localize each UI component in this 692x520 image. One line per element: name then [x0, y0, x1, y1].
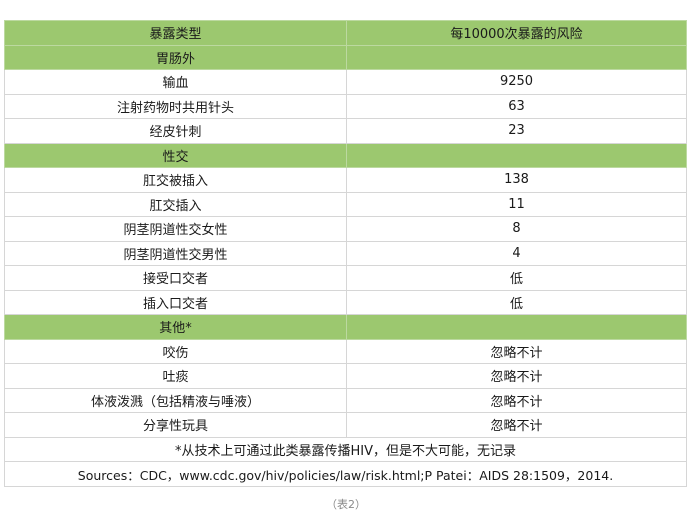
table-row: 阴茎阴道性交男性 4 [4, 240, 687, 266]
exposure-type-cell: 咬伤 [4, 338, 347, 364]
footnote-row: *从技术上可通过此类暴露传播HIV，但是不大可能，无记录 [4, 436, 687, 462]
table-row: 咬伤 忽略不计 [4, 338, 687, 364]
risk-value-cell: 低 [346, 265, 687, 291]
section-empty-cell [346, 314, 687, 340]
section-empty-cell [346, 44, 687, 70]
risk-value-cell: 23 [346, 118, 687, 144]
exposure-type-cell: 阴茎阴道性交男性 [4, 240, 347, 266]
risk-value-cell: 138 [346, 167, 687, 193]
risk-value-cell: 8 [346, 216, 687, 242]
table-row: 吐痰 忽略不计 [4, 363, 687, 389]
risk-value-cell: 忽略不计 [346, 338, 687, 364]
section-row: 其他* [4, 314, 687, 340]
table-row: 经皮针刺 23 [4, 118, 687, 144]
exposure-type-cell: 接受口交者 [4, 265, 347, 291]
header-exposure-type: 暴露类型 [4, 20, 347, 46]
section-empty-cell [346, 142, 687, 168]
exposure-type-cell: 体液泼溅（包括精液与唾液） [4, 387, 347, 413]
section-row: 胃肠外 [4, 44, 687, 70]
exposure-type-cell: 分享性玩具 [4, 412, 347, 438]
table-row: 注射药物时共用针头 63 [4, 93, 687, 119]
risk-value-cell: 忽略不计 [346, 363, 687, 389]
hiv-exposure-risk-table: 暴露类型 每10000次暴露的风险 胃肠外 输血 9250 注射药物时共用针头 63 经皮… [4, 20, 687, 487]
exposure-type-cell: 注射药物时共用针头 [4, 93, 347, 119]
exposure-type-cell: 阴茎阴道性交女性 [4, 216, 347, 242]
risk-value-cell: 9250 [346, 69, 687, 95]
risk-value-cell: 11 [346, 191, 687, 217]
risk-table-container: 暴露类型 每10000次暴露的风险 胃肠外 输血 9250 注射药物时共用针头 63 经皮… [4, 20, 687, 487]
risk-value-cell: 忽略不计 [346, 387, 687, 413]
table-row: 接受口交者低 [4, 265, 687, 291]
section-row: 性交 [4, 142, 687, 168]
exposure-type-cell: 经皮针刺 [4, 118, 347, 144]
table-row: 肛交插入 11 [4, 191, 687, 217]
exposure-type-cell: 肛交被插入 [4, 167, 347, 193]
section-title: 胃肠外 [4, 44, 347, 70]
table-row: 肛交被插入 138 [4, 167, 687, 193]
sources-text: Sources：CDC，www.cdc.gov/hiv/policies/law… [4, 461, 687, 487]
exposure-type-cell: 输血 [4, 69, 347, 95]
table-body: 暴露类型 每10000次暴露的风险 胃肠外 输血 9250 注射药物时共用针头 63 经皮… [4, 20, 687, 487]
table-row: 体液泼溅（包括精液与唾液） 忽略不计 [4, 387, 687, 413]
risk-value-cell: 63 [346, 93, 687, 119]
table-row: 阴茎阴道性交女性 8 [4, 216, 687, 242]
risk-value-cell: 4 [346, 240, 687, 266]
exposure-type-cell: 肛交插入 [4, 191, 347, 217]
section-title: 性交 [4, 142, 347, 168]
table-header-row: 暴露类型 每10000次暴露的风险 [4, 20, 687, 46]
exposure-type-cell: 吐痰 [4, 363, 347, 389]
exposure-type-cell: 插入口交者 [4, 289, 347, 315]
header-risk-per-10000: 每10000次暴露的风险 [346, 20, 687, 46]
table-row: 分享性玩具 忽略不计 [4, 412, 687, 438]
sources-row: Sources：CDC，www.cdc.gov/hiv/policies/law… [4, 461, 687, 487]
table-caption: （表2） [326, 498, 366, 511]
table-row: 插入口交者低 [4, 289, 687, 315]
section-title: 其他* [4, 314, 347, 340]
risk-value-cell: 低 [346, 289, 687, 315]
risk-value-cell: 忽略不计 [346, 412, 687, 438]
table-row: 输血 9250 [4, 69, 687, 95]
footnote-text: *从技术上可通过此类暴露传播HIV，但是不大可能，无记录 [4, 436, 687, 462]
